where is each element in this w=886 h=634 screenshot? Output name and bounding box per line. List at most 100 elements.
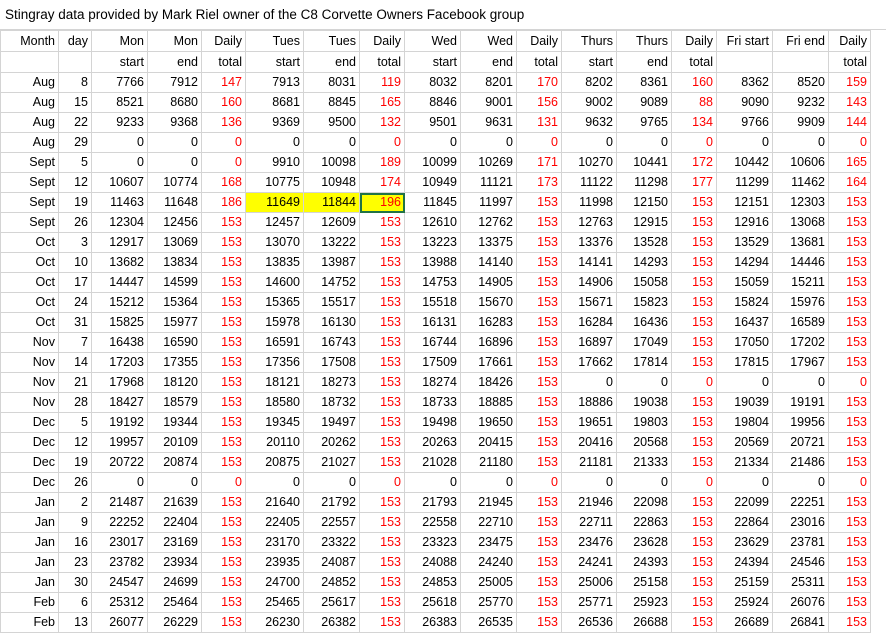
daily-total-cell[interactable]: 153 (671, 312, 717, 333)
table-cell[interactable]: 31 (58, 312, 92, 333)
table-cell[interactable]: 21946 (561, 492, 617, 513)
table-cell[interactable]: 11462 (772, 172, 829, 193)
table-cell[interactable]: 24853 (404, 572, 461, 593)
table-cell[interactable]: 16284 (561, 312, 617, 333)
daily-total-cell[interactable]: 153 (359, 252, 405, 273)
daily-total-cell[interactable]: 153 (671, 192, 717, 213)
table-cell[interactable]: 18426 (460, 372, 517, 393)
table-cell[interactable]: 16897 (561, 332, 617, 353)
table-cell[interactable]: Dec (0, 412, 59, 433)
table-cell[interactable]: 12 (58, 172, 92, 193)
table-cell[interactable]: 23017 (91, 532, 148, 553)
table-cell[interactable]: 25618 (404, 592, 461, 613)
daily-total-cell[interactable]: 153 (201, 452, 246, 473)
daily-total-cell[interactable]: 153 (828, 452, 871, 473)
table-cell[interactable]: 20109 (147, 432, 202, 453)
table-cell[interactable]: 23781 (772, 532, 829, 553)
table-cell[interactable]: 17203 (91, 352, 148, 373)
table-cell[interactable]: 0 (303, 472, 360, 493)
table-cell[interactable]: 10442 (716, 152, 773, 173)
daily-total-cell[interactable]: 153 (516, 572, 562, 593)
table-cell[interactable]: 19 (58, 452, 92, 473)
daily-total-cell[interactable]: 153 (671, 212, 717, 233)
table-cell[interactable]: 25465 (245, 592, 304, 613)
table-cell[interactable]: 9090 (716, 92, 773, 113)
daily-total-cell[interactable]: 153 (671, 492, 717, 513)
daily-total-cell[interactable]: 153 (359, 412, 405, 433)
daily-total-cell[interactable]: 0 (828, 472, 871, 493)
table-cell[interactable]: 8520 (772, 72, 829, 93)
daily-total-cell[interactable]: 153 (201, 532, 246, 553)
table-cell[interactable]: 12917 (91, 232, 148, 253)
table-cell[interactable]: 0 (616, 472, 672, 493)
daily-total-cell[interactable]: 0 (671, 132, 717, 153)
daily-total-cell[interactable]: 153 (828, 552, 871, 573)
table-cell[interactable]: 10948 (303, 172, 360, 193)
table-cell[interactable]: 11299 (716, 172, 773, 193)
table-cell[interactable]: 20569 (716, 432, 773, 453)
header-cell[interactable]: Thurs (561, 30, 617, 52)
table-cell[interactable]: 18273 (303, 372, 360, 393)
daily-total-cell[interactable]: 153 (359, 272, 405, 293)
daily-total-cell[interactable]: 153 (516, 412, 562, 433)
table-cell[interactable]: 15825 (91, 312, 148, 333)
table-cell[interactable]: 23322 (303, 532, 360, 553)
daily-total-cell[interactable]: 0 (671, 372, 717, 393)
table-cell[interactable]: 17049 (616, 332, 672, 353)
table-cell[interactable]: 21640 (245, 492, 304, 513)
daily-total-cell[interactable]: 153 (359, 532, 405, 553)
daily-total-cell[interactable]: 170 (516, 72, 562, 93)
table-cell[interactable]: 8846 (404, 92, 461, 113)
header-cell[interactable]: Thurs (616, 30, 672, 52)
daily-total-cell[interactable]: 153 (671, 612, 717, 633)
daily-total-cell[interactable]: 147 (201, 72, 246, 93)
table-cell[interactable]: 16744 (404, 332, 461, 353)
table-cell[interactable]: 11122 (561, 172, 617, 193)
daily-total-cell[interactable]: 153 (359, 292, 405, 313)
table-cell[interactable]: 25770 (460, 592, 517, 613)
daily-total-cell[interactable]: 153 (516, 272, 562, 293)
daily-total-cell[interactable]: 153 (828, 192, 871, 213)
table-cell[interactable]: 19345 (245, 412, 304, 433)
table-cell[interactable]: 20875 (245, 452, 304, 473)
table-cell[interactable]: 26383 (404, 612, 461, 633)
daily-total-cell[interactable]: 153 (516, 392, 562, 413)
daily-total-cell[interactable]: 153 (201, 572, 246, 593)
table-cell[interactable]: 11298 (616, 172, 672, 193)
daily-total-cell[interactable]: 165 (828, 152, 871, 173)
daily-total-cell[interactable]: 153 (516, 192, 562, 213)
table-cell[interactable]: Jan (0, 552, 59, 573)
table-cell[interactable]: 26 (58, 212, 92, 233)
table-cell[interactable]: 21487 (91, 492, 148, 513)
table-cell[interactable]: Nov (0, 352, 59, 373)
table-cell[interactable]: 24394 (716, 552, 773, 573)
table-cell[interactable]: 20874 (147, 452, 202, 473)
table-cell[interactable]: 16131 (404, 312, 461, 333)
daily-total-cell[interactable]: 153 (201, 252, 246, 273)
daily-total-cell[interactable]: 0 (828, 372, 871, 393)
header-cell[interactable]: Mon (91, 30, 148, 52)
daily-total-cell[interactable]: 153 (828, 352, 871, 373)
table-cell[interactable]: 15 (58, 92, 92, 113)
table-cell[interactable]: 17508 (303, 352, 360, 373)
header-cell[interactable]: Month (0, 30, 59, 52)
table-cell[interactable]: Feb (0, 592, 59, 613)
table-cell[interactable]: 0 (716, 132, 773, 153)
table-cell[interactable]: 20721 (772, 432, 829, 453)
table-cell[interactable]: 22098 (616, 492, 672, 513)
table-cell[interactable]: 13068 (772, 212, 829, 233)
table-cell[interactable]: 14905 (460, 272, 517, 293)
table-cell[interactable]: 14599 (147, 272, 202, 293)
table-cell[interactable]: 19038 (616, 392, 672, 413)
table-cell[interactable]: 23628 (616, 532, 672, 553)
daily-total-cell[interactable]: 174 (359, 172, 405, 193)
daily-total-cell[interactable]: 153 (671, 332, 717, 353)
table-cell[interactable]: 20263 (404, 432, 461, 453)
table-cell[interactable]: 9909 (772, 112, 829, 133)
table-cell[interactable]: 12915 (616, 212, 672, 233)
daily-total-cell[interactable]: 153 (516, 452, 562, 473)
table-cell[interactable]: 20568 (616, 432, 672, 453)
table-cell[interactable]: 0 (404, 472, 461, 493)
table-cell[interactable]: 0 (561, 472, 617, 493)
table-cell[interactable]: 18732 (303, 392, 360, 413)
